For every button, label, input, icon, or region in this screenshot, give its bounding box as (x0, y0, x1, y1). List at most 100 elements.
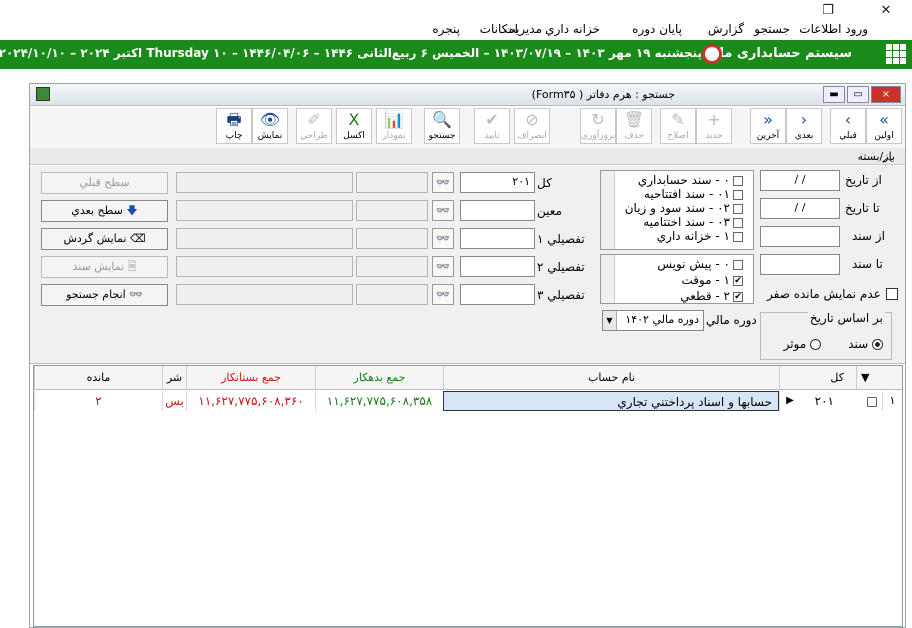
tafsili1-input[interactable] (460, 228, 535, 249)
doc-status-checkbox[interactable]: ✔ (733, 275, 743, 286)
doc-status-item[interactable]: ✔۱ - موقت (681, 273, 743, 287)
doc-status-item[interactable]: ۰ - پيش نويس (657, 257, 743, 271)
period-label: دوره مالي (706, 313, 757, 327)
prev-level-button[interactable]: سطح قبلي (41, 172, 168, 194)
last-button[interactable]: » آخرين (750, 108, 786, 144)
doc-type-label: ۰۲ - سند سود و زيان (624, 201, 730, 215)
confirm-button[interactable]: ✔ تاييد (474, 108, 510, 144)
window-minimize-button[interactable]: ▬ (823, 86, 845, 103)
tafsili3-input[interactable] (460, 284, 535, 305)
excel-label: اکسل (343, 131, 365, 141)
chevron-down-icon[interactable]: ▼ (603, 311, 617, 330)
menu-item-period-end[interactable]: پایان دوره (632, 22, 682, 36)
do-search-label: انجام جستجو (66, 288, 126, 301)
restore-icon[interactable]: ❐ (818, 2, 838, 20)
basis-effective-radio[interactable]: موثر (784, 337, 821, 351)
apps-grid-icon[interactable] (886, 44, 906, 64)
arrow-down-icon: 🡇 (126, 204, 138, 217)
first-button[interactable]: « اولين (866, 108, 902, 144)
doc-type-item[interactable]: ۰ - سند حسابداري (638, 173, 743, 187)
close-icon[interactable]: ✕ (876, 2, 896, 20)
tafsili3-lookup-binoculars-icon[interactable]: 👓 (432, 284, 454, 305)
cancel-button[interactable]: ⊘ انصراف (514, 108, 550, 144)
doc-status-item[interactable]: ✔۲ - قطعي (680, 289, 743, 303)
toolbar: « اولين ‹ قبلي › بعدي » آخرين + جديد ✎ اصلاح 🗑 حذف ↻ بر… (30, 108, 905, 148)
header-kol[interactable]: کل (779, 366, 856, 390)
show-turnover-button[interactable]: ⌫ نمايش گردش (41, 228, 168, 250)
view-button[interactable]: 👁 نمايش (252, 108, 288, 144)
tafsili1-lookup-binoculars-icon[interactable]: 👓 (432, 228, 454, 249)
menu-item-search[interactable]: جستجو (754, 22, 790, 36)
doc-status-checkbox[interactable]: ✔ (733, 291, 743, 302)
window-close-button[interactable]: × (871, 86, 901, 103)
search-icon: 🔍 (432, 110, 452, 129)
edit-button[interactable]: ✎ اصلاح (660, 108, 696, 144)
to-doc-input[interactable] (760, 254, 840, 275)
chart-button[interactable]: 📊 نمودار (376, 108, 412, 144)
header-account-name[interactable]: نام حساب (443, 366, 779, 390)
header-debit[interactable]: جمع بدهکار (315, 366, 443, 390)
table-row[interactable]: ۱ ▶ ۲۰۱ حسابها و اسناد پرداختني تجاري ۱۱… (34, 391, 902, 411)
cancel-icon: ⊘ (525, 110, 539, 129)
to-date-input[interactable]: / / (760, 198, 840, 219)
print-button[interactable]: 🖶 چاپ (216, 108, 252, 144)
doc-type-item[interactable]: ۱ - خزانه داري (657, 229, 743, 243)
new-button[interactable]: + جديد (696, 108, 732, 144)
design-button[interactable]: ✐ طراحي (296, 108, 332, 144)
row-checkbox[interactable] (859, 391, 881, 411)
moein-lookup-binoculars-icon[interactable]: 👓 (432, 200, 454, 221)
excel-button[interactable]: X اکسل (336, 108, 372, 144)
doc-status-scrollbar[interactable] (601, 255, 615, 303)
tafsili2-input[interactable] (460, 256, 535, 277)
zero-balance-checkbox[interactable] (886, 288, 898, 300)
moein-input[interactable] (460, 200, 535, 221)
new-label: جديد (705, 131, 723, 141)
basis-doc-radio[interactable]: سند (848, 337, 883, 351)
cell-debit[interactable]: ۱۱,۶۲۷,۷۷۵,۶۰۸,۳۵۸ (315, 391, 443, 411)
kol-lookup-binoculars-icon[interactable]: 👓 (432, 172, 454, 193)
doc-type-checkbox[interactable] (733, 175, 743, 186)
previous-button[interactable]: ‹ قبلي (830, 108, 866, 144)
next-level-button[interactable]: 🡇 سطح بعدي (41, 200, 168, 222)
menu-bar: ورود اطلاعات جستجو گزارش پایان دوره خزان… (0, 20, 912, 40)
doc-type-checkbox[interactable] (733, 231, 743, 242)
menu-item-treasury[interactable]: خزانه داري (545, 22, 600, 36)
doc-type-item[interactable]: ۰۲ - سند سود و زيان (625, 201, 743, 215)
doc-type-checkbox[interactable] (733, 203, 743, 214)
menu-item-facilities[interactable]: امكانات (480, 22, 518, 36)
from-date-input[interactable]: / / (760, 170, 840, 191)
date-basis-group: بر اساس تاريخ سند موثر (760, 311, 892, 360)
doc-status-list[interactable]: ۰ - پيش نويس ✔۱ - موقت ✔۲ - قطعي (600, 254, 754, 304)
collapse-section-bar[interactable]: ︿ باز/بسته (30, 148, 905, 165)
tafsili2-lookup-binoculars-icon[interactable]: 👓 (432, 256, 454, 277)
window-maximize-button[interactable]: ▭ (847, 86, 869, 103)
show-doc-button[interactable]: 🗎 نمايش سند (41, 256, 168, 278)
menu-item-data-entry[interactable]: ورود اطلاعات (799, 22, 868, 36)
doc-type-checkbox[interactable] (733, 189, 743, 200)
doc-type-item[interactable]: ۰۱ - سند افتتاحيه (644, 187, 743, 201)
do-search-button[interactable]: 👓 انجام جستجو (41, 284, 168, 306)
cell-kol[interactable]: ۲۰۱ (779, 391, 856, 411)
cell-credit[interactable]: ۱۱,۶۲۷,۷۷۵,۶۰۸,۳۶۰ (186, 391, 315, 411)
header-desc[interactable]: شر (162, 366, 186, 390)
kol-input[interactable]: ۲۰۱ (460, 172, 535, 193)
kol-name-field (176, 172, 353, 193)
doc-status-checkbox[interactable] (733, 259, 743, 270)
menu-item-report[interactable]: گزارش (708, 22, 744, 36)
doc-type-scrollbar[interactable] (601, 171, 615, 249)
period-select[interactable]: دوره مالي ۱۴۰۲ (602, 310, 704, 331)
cell-balance[interactable]: ۲ (34, 391, 162, 411)
refresh-button[interactable]: ↻ بروزآوري (580, 108, 616, 144)
delete-button[interactable]: 🗑 حذف (616, 108, 652, 144)
menu-item-window[interactable]: پنجره (432, 22, 460, 36)
cell-desc[interactable]: بس (162, 391, 186, 411)
header-balance[interactable]: مانده (34, 366, 162, 390)
header-credit[interactable]: جمع بستانکار (186, 366, 315, 390)
from-doc-input[interactable] (760, 226, 840, 247)
search-button[interactable]: 🔍 جستجو (424, 108, 460, 144)
doc-type-item[interactable]: ۰۳ - سند اختتاميه (643, 215, 743, 229)
doc-type-checkbox[interactable] (733, 217, 743, 228)
next-button[interactable]: › بعدي (786, 108, 822, 144)
doc-type-list[interactable]: ۰ - سند حسابداري ۰۱ - سند افتتاحيه ۰۲ - سن… (600, 170, 754, 250)
cell-account-name[interactable]: حسابها و اسناد پرداختني تجاري (443, 391, 779, 411)
